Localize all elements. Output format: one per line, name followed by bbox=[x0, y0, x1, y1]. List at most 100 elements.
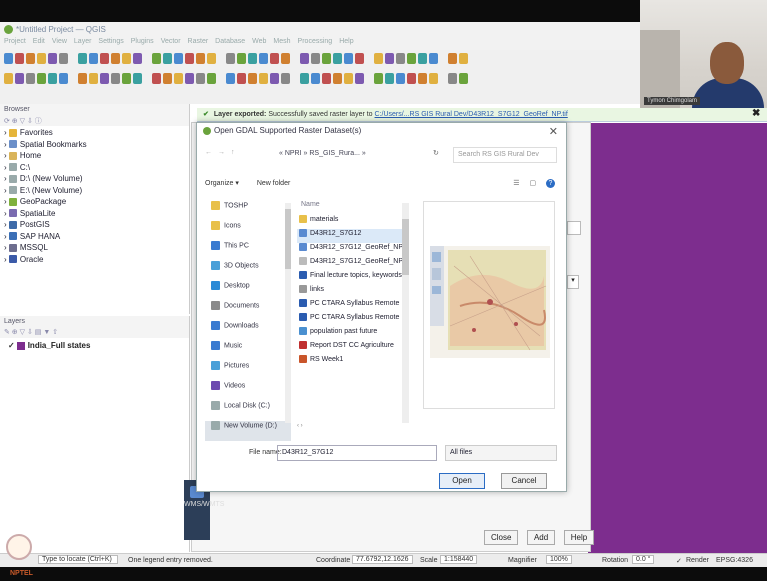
toolbar-tool-icon[interactable] bbox=[144, 53, 150, 64]
toolbar-tool-icon[interactable] bbox=[78, 73, 87, 85]
browser-item[interactable]: › E:\ (New Volume) bbox=[4, 186, 185, 198]
navigation-pane[interactable]: TOSHP Icons This PC 3D Objects Desktop Docume… bbox=[205, 201, 291, 441]
menu-item-mesh[interactable]: Mesh bbox=[273, 38, 290, 45]
add-button[interactable]: Add bbox=[526, 530, 556, 545]
menu-item-processing[interactable]: Processing bbox=[298, 38, 333, 45]
toolbar-tool-icon[interactable] bbox=[15, 73, 24, 85]
toolbar-tool-icon[interactable] bbox=[48, 73, 57, 85]
toolbar-tool-icon[interactable] bbox=[355, 53, 364, 65]
search-input[interactable]: Search RS GIS Rural Dev bbox=[453, 147, 557, 163]
toolbar-tool-icon[interactable] bbox=[37, 73, 46, 85]
map-canvas[interactable] bbox=[588, 123, 767, 553]
toolbar-tool-icon[interactable] bbox=[385, 53, 394, 65]
toolbar-tool-icon[interactable] bbox=[237, 73, 246, 85]
toolbar-tool-icon[interactable] bbox=[396, 73, 405, 85]
toolbar-tool-icon[interactable] bbox=[311, 73, 320, 85]
toolbar-tool-icon[interactable] bbox=[163, 73, 172, 85]
toolbar-tool-icon[interactable] bbox=[185, 53, 194, 65]
file-list[interactable]: Name materials D43R12_S7G12 D43R12_S7G12_G… bbox=[297, 201, 409, 433]
toolbar-tool-icon[interactable] bbox=[292, 53, 298, 64]
toolbar-tool-icon[interactable] bbox=[226, 53, 235, 65]
file-item[interactable]: Report DST CC Agriculture bbox=[297, 341, 409, 355]
browser-item[interactable]: › Spatial Bookmarks bbox=[4, 140, 185, 152]
toolbar-tool-icon[interactable] bbox=[259, 73, 268, 85]
toolbar-tool-icon[interactable] bbox=[418, 53, 427, 65]
menu-item-edit[interactable]: Edit bbox=[33, 38, 45, 45]
refresh-icon[interactable]: ↻ bbox=[433, 149, 439, 157]
toolbar-tool-icon[interactable] bbox=[407, 53, 416, 65]
toolbar-tool-icon[interactable] bbox=[218, 53, 224, 64]
toolbar-tool-icon[interactable] bbox=[37, 53, 46, 65]
browser-item[interactable]: › D:\ (New Volume) bbox=[4, 174, 185, 186]
toolbar-tool-icon[interactable] bbox=[59, 53, 68, 65]
toolbar-tool-icon[interactable] bbox=[4, 73, 13, 85]
filetype-select[interactable]: All files bbox=[445, 445, 557, 461]
toolbar-tool-icon[interactable] bbox=[207, 53, 216, 65]
toolbar-tool-icon[interactable] bbox=[429, 73, 438, 85]
nav-item[interactable]: This PC bbox=[205, 241, 291, 261]
help-button[interactable]: Help bbox=[563, 530, 595, 545]
file-item[interactable]: RS Week1 bbox=[297, 355, 409, 369]
navigation-scrollbar[interactable] bbox=[285, 203, 291, 423]
toolbar-tool-icon[interactable] bbox=[448, 53, 457, 65]
cancel-button[interactable]: Cancel bbox=[501, 473, 547, 489]
layers-panel-toolbar[interactable]: ✎ ⊕ ▽ ⇩ ▤ ▼ ⇧ bbox=[0, 327, 189, 338]
menu-item-settings[interactable]: Settings bbox=[98, 38, 123, 45]
render-checkbox[interactable]: ✓ bbox=[676, 557, 682, 565]
toolbar-tool-icon[interactable] bbox=[322, 53, 331, 65]
toolbar-tool-icon[interactable] bbox=[226, 73, 235, 85]
toolbar-tool-icon[interactable] bbox=[89, 53, 98, 65]
file-item[interactable]: links bbox=[297, 285, 409, 299]
menu-item-web[interactable]: Web bbox=[252, 38, 266, 45]
toolbar-tool-icon[interactable] bbox=[237, 53, 246, 65]
browser-item[interactable]: › SAP HANA bbox=[4, 232, 185, 244]
toolbar-tool-icon[interactable] bbox=[259, 53, 268, 65]
nav-item[interactable]: 3D Objects bbox=[205, 261, 291, 281]
toolbar-tool-icon[interactable] bbox=[366, 73, 372, 84]
menu-item-vector[interactable]: Vector bbox=[161, 38, 181, 45]
toolbar-tool-icon[interactable] bbox=[366, 53, 372, 64]
close-icon[interactable]: ✕ bbox=[549, 125, 558, 138]
toolbar-tool-icon[interactable] bbox=[311, 53, 320, 65]
browser-item[interactable]: › Favorites bbox=[4, 128, 185, 140]
nav-item[interactable]: Videos bbox=[205, 381, 291, 401]
nav-item[interactable]: New Volume (D:) bbox=[205, 421, 291, 441]
view-options[interactable]: ☰ ▢ ? bbox=[513, 179, 555, 188]
toolbar-tool-icon[interactable] bbox=[70, 73, 76, 84]
toolbar-tool-icon[interactable] bbox=[418, 73, 427, 85]
browser-item[interactable]: › MSSQL bbox=[4, 243, 185, 255]
toolbar-tool-icon[interactable] bbox=[355, 73, 364, 85]
bg-combo-chevron-icon[interactable]: ▾ bbox=[567, 275, 579, 289]
toolbar-tool-icon[interactable] bbox=[248, 73, 257, 85]
toolbar-tool-icon[interactable] bbox=[374, 53, 383, 65]
layer-visibility-checkbox[interactable]: ✓ bbox=[8, 341, 15, 350]
toolbar-tool-icon[interactable] bbox=[144, 73, 150, 84]
toolbar-tool-icon[interactable] bbox=[448, 73, 457, 85]
menu-item-raster[interactable]: Raster bbox=[188, 38, 209, 45]
toolbar-tool-icon[interactable] bbox=[70, 53, 76, 64]
toolbar-tool-icon[interactable] bbox=[333, 53, 342, 65]
crs-button[interactable]: EPSG:4326 bbox=[716, 557, 753, 564]
toolbar-tool-icon[interactable] bbox=[407, 73, 416, 85]
toolbar-tool-icon[interactable] bbox=[163, 53, 172, 65]
menu-item-plugins[interactable]: Plugins bbox=[131, 38, 154, 45]
toolbar-tool-icon[interactable] bbox=[248, 53, 257, 65]
toolbar-tool-icon[interactable] bbox=[344, 53, 353, 65]
path-breadcrumb[interactable]: « NPRI » RS_GIS_Rura... » bbox=[275, 148, 425, 162]
coordinate-field[interactable]: 77.6792,12.1626 bbox=[352, 555, 413, 564]
new-folder-button[interactable]: New folder bbox=[257, 180, 290, 187]
toolbar-tool-icon[interactable] bbox=[218, 73, 224, 84]
file-item[interactable]: D43R12_S7G12_GeoRef_NP bbox=[297, 243, 409, 257]
toolbar-tool-icon[interactable] bbox=[89, 73, 98, 85]
locator-input[interactable]: Type to locate (Ctrl+K) bbox=[38, 555, 118, 564]
toolbar-tool-icon[interactable] bbox=[333, 73, 342, 85]
browser-item[interactable]: › C:\ bbox=[4, 163, 185, 175]
toolbar-tool-icon[interactable] bbox=[196, 73, 205, 85]
toolbar-tool-icon[interactable] bbox=[385, 73, 394, 85]
toolbar-tool-icon[interactable] bbox=[185, 73, 194, 85]
browser-tree[interactable]: › Favorites › Spatial Bookmarks › Home › C:… bbox=[0, 126, 189, 268]
toolbar-tool-icon[interactable] bbox=[78, 53, 87, 65]
toolbar-tool-icon[interactable] bbox=[100, 73, 109, 85]
nav-item[interactable]: Music bbox=[205, 341, 291, 361]
toolbar-tool-icon[interactable] bbox=[300, 53, 309, 65]
